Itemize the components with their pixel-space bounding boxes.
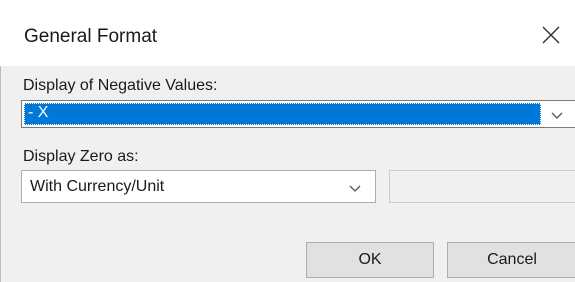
negative-values-select[interactable]: - X xyxy=(21,100,575,128)
selected-option-highlight xyxy=(24,103,541,125)
ok-button[interactable]: OK xyxy=(306,242,434,278)
title-bar: General Format xyxy=(0,0,575,66)
zero-display-label: Display Zero as: xyxy=(23,148,139,165)
zero-display-selected: With Currency/Unit xyxy=(30,178,165,195)
close-button[interactable] xyxy=(534,18,568,52)
chevron-down-icon xyxy=(551,112,563,119)
cancel-button[interactable]: Cancel xyxy=(447,242,575,278)
negative-values-selected: - X xyxy=(28,104,49,121)
close-icon xyxy=(542,26,560,44)
dialog-title: General Format xyxy=(24,26,158,47)
dialog-body: Display of Negative Values: - X Display … xyxy=(0,66,575,282)
general-format-dialog: General Format Display of Negative Value… xyxy=(0,0,575,282)
zero-display-select[interactable]: With Currency/Unit xyxy=(21,170,376,203)
chevron-down-icon xyxy=(349,185,361,192)
zero-text-field[interactable] xyxy=(389,170,575,203)
negative-values-label: Display of Negative Values: xyxy=(23,77,218,94)
